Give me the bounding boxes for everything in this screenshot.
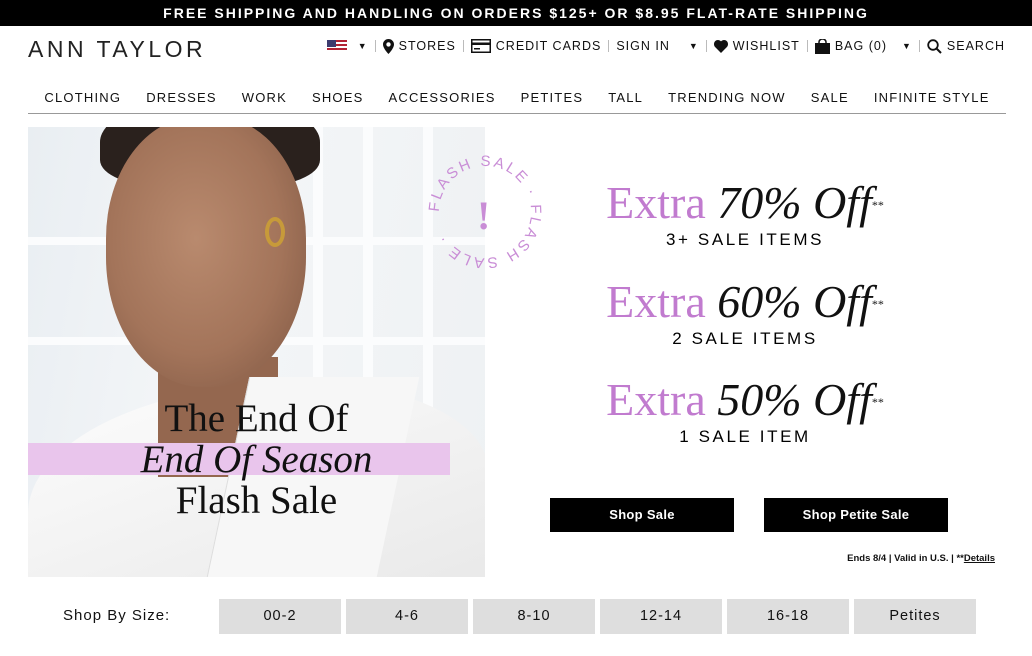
earring <box>265 217 285 247</box>
offer-extra: Extra <box>606 276 706 327</box>
divider <box>608 40 610 52</box>
brand-logo[interactable]: ANN TAYLOR <box>28 36 206 63</box>
divider <box>462 40 464 52</box>
hero-title-line1: The End Of <box>164 397 349 440</box>
divider <box>705 40 707 52</box>
nav-item-infinite-style[interactable]: INFINITE STYLE <box>874 88 990 113</box>
chevron-down-icon: ▼ <box>901 41 912 51</box>
stores-label: STORES <box>398 39 456 53</box>
bag-icon <box>814 38 830 54</box>
offer-extra: Extra <box>606 374 706 425</box>
nav-item-petites[interactable]: PETITES <box>521 88 584 113</box>
offer-mark: ** <box>871 198 884 212</box>
map-pin-icon <box>382 38 394 54</box>
shop-by-size-label: Shop By Size: <box>63 607 171 624</box>
offer-percent: 50% Off <box>717 374 872 425</box>
size-00-2-button[interactable]: 00-2 <box>219 599 341 634</box>
flash-sale-stamp: FLASH SALE · FLASH SALE · ! <box>425 152 545 272</box>
search-link[interactable]: SEARCH <box>927 38 1005 54</box>
offer-70[interactable]: Extra 70% Off** 3+ SALE ITEMS <box>530 178 960 250</box>
us-flag-icon <box>326 40 347 52</box>
wishlist-label: WISHLIST <box>732 39 800 53</box>
offer-percent: 60% Off <box>717 276 872 327</box>
offer-detail: 3+ SALE ITEMS <box>665 230 825 249</box>
nav-item-clothing[interactable]: CLOTHING <box>44 88 121 113</box>
search-icon <box>927 38 942 54</box>
terms-text: Ends 8/4 | Valid in U.S. | ** <box>847 553 964 564</box>
hero-title: The End Of End Of Season Flash Sale <box>28 398 485 521</box>
wishlist-link[interactable]: WISHLIST <box>713 39 800 53</box>
size-chips: 00-2 4-6 8-10 12-14 16-18 Petites <box>219 599 976 634</box>
chevron-down-icon: ▼ <box>357 41 368 51</box>
search-label: SEARCH <box>946 39 1005 53</box>
main-nav: CLOTHING DRESSES WORK SHOES ACCESSORIES … <box>28 88 1006 114</box>
nav-item-work[interactable]: WORK <box>242 88 287 113</box>
country-selector[interactable]: ▼ <box>326 40 368 52</box>
credit-card-icon <box>470 39 491 53</box>
promo-bar[interactable]: FREE SHIPPING AND HANDLING ON ORDERS $12… <box>0 0 1032 26</box>
offer-detail: 1 SALE ITEM <box>679 427 811 446</box>
divider <box>918 40 920 52</box>
offer-50[interactable]: Extra 50% Off** 1 SALE ITEM <box>530 375 960 447</box>
size-8-10-button[interactable]: 8-10 <box>473 599 595 634</box>
divider <box>806 40 808 52</box>
offer-terms: Ends 8/4 | Valid in U.S. | **Details <box>847 553 995 564</box>
nav-item-trending-now[interactable]: TRENDING NOW <box>668 88 786 113</box>
bag-label: BAG (0) <box>834 39 887 53</box>
hero-title-line2: End Of Season <box>140 438 373 481</box>
offer-mark: ** <box>871 297 884 311</box>
bag-menu[interactable]: BAG (0) ▼ <box>814 38 912 54</box>
model-face <box>106 127 306 387</box>
promo-text: FREE SHIPPING AND HANDLING ON ORDERS $12… <box>163 5 869 21</box>
heart-icon <box>713 39 728 53</box>
nav-item-tall[interactable]: TALL <box>608 88 643 113</box>
size-4-6-button[interactable]: 4-6 <box>346 599 468 634</box>
details-link[interactable]: Details <box>964 553 995 564</box>
shop-petite-sale-button[interactable]: Shop Petite Sale <box>764 498 948 532</box>
nav-item-shoes[interactable]: SHOES <box>312 88 364 113</box>
offer-extra: Extra <box>606 177 706 228</box>
offer-60[interactable]: Extra 60% Off** 2 SALE ITEMS <box>530 277 960 349</box>
size-petites-button[interactable]: Petites <box>854 599 976 634</box>
credit-cards-link[interactable]: CREDIT CARDS <box>470 39 602 53</box>
shop-sale-button[interactable]: Shop Sale <box>550 498 734 532</box>
nav-item-accessories[interactable]: ACCESSORIES <box>388 88 495 113</box>
nav-item-dresses[interactable]: DRESSES <box>146 88 217 113</box>
credit-cards-label: CREDIT CARDS <box>495 39 602 53</box>
divider <box>374 40 376 52</box>
offer-mark: ** <box>871 395 884 409</box>
offer-detail: 2 SALE ITEMS <box>672 329 818 348</box>
sign-in-menu[interactable]: SIGN IN ▼ <box>616 39 698 53</box>
stamp-mark: ! <box>477 193 491 238</box>
sign-in-label: SIGN IN <box>616 39 670 53</box>
size-16-18-button[interactable]: 16-18 <box>727 599 849 634</box>
offer-percent: 70% Off <box>717 177 872 228</box>
stores-link[interactable]: STORES <box>382 38 456 54</box>
size-12-14-button[interactable]: 12-14 <box>600 599 722 634</box>
utility-nav: ▼ STORES CREDIT CARDS SIGN IN ▼ WISHLIST… <box>326 37 1005 55</box>
chevron-down-icon: ▼ <box>688 41 699 51</box>
nav-item-sale[interactable]: SALE <box>811 88 849 113</box>
hero-title-line3: Flash Sale <box>175 479 338 522</box>
